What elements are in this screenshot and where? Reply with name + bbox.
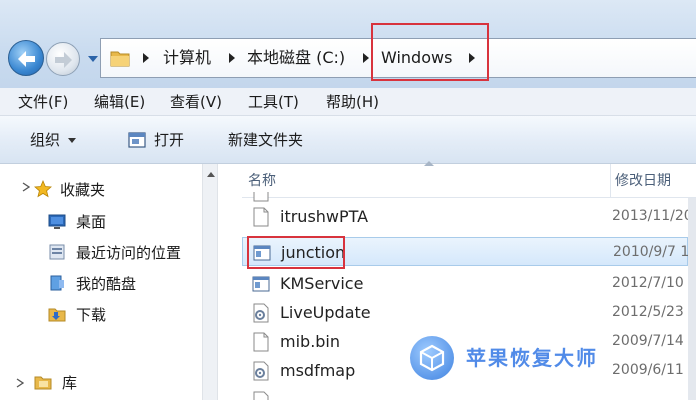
chevron-down-icon xyxy=(68,138,77,143)
file-date: 2013/11/20 xyxy=(612,208,693,224)
star-icon xyxy=(34,180,52,198)
app-icon xyxy=(252,276,270,292)
history-dropdown-icon[interactable] xyxy=(88,56,98,62)
recent-places-icon xyxy=(49,244,65,260)
address-bar-row: 计算机 本地磁盘 (C:) Windows xyxy=(0,0,696,88)
command-toolbar: 组织 打开 新建文件夹 xyxy=(0,116,696,164)
table-row-selected[interactable]: junction 2010/9/7 1 xyxy=(242,236,690,269)
organize-button[interactable]: 组织 xyxy=(30,116,77,164)
file-date: 2009/6/11 xyxy=(612,362,684,378)
cool-disk-icon xyxy=(50,275,64,291)
watermark-logo-icon xyxy=(410,336,454,380)
table-row-partial[interactable] xyxy=(242,192,688,202)
breadcrumb-computer[interactable]: 计算机 xyxy=(163,39,211,77)
nav-item-libraries[interactable]: 库 xyxy=(62,369,77,397)
nav-pane-scrollbar[interactable] xyxy=(202,164,218,400)
generic-file-icon xyxy=(253,192,269,202)
organize-label: 组织 xyxy=(30,131,61,149)
menu-bar: 文件(F) 编辑(E) 查看(V) 工具(T) 帮助(H) xyxy=(0,88,696,116)
file-name: mib.bin xyxy=(280,332,341,351)
gear-file-icon xyxy=(253,303,269,323)
file-date: 2012/7/10 xyxy=(612,275,684,291)
table-row[interactable]: itrushwPTA 2013/11/20 xyxy=(242,202,693,231)
menu-file[interactable]: 文件(F) xyxy=(18,88,68,116)
new-folder-button[interactable]: 新建文件夹 xyxy=(228,116,303,164)
gear-file-icon xyxy=(253,361,269,381)
breadcrumb-separator-icon[interactable] xyxy=(229,53,235,63)
table-row-partial[interactable] xyxy=(242,386,688,400)
generic-file-icon xyxy=(253,332,269,352)
watermark: 苹果恢复大师 xyxy=(410,336,610,382)
open-app-icon xyxy=(128,132,146,148)
nav-item-cool-disk[interactable]: 我的酷盘 xyxy=(76,270,136,298)
file-date: 2012/5/23 xyxy=(612,304,684,320)
menu-edit[interactable]: 编辑(E) xyxy=(94,88,145,116)
sort-indicator-icon xyxy=(424,161,434,166)
expand-arrow-icon[interactable] xyxy=(16,378,24,388)
file-name: itrushwPTA xyxy=(280,207,369,226)
desktop-icon xyxy=(48,214,66,229)
file-date: 2009/7/14 xyxy=(612,333,684,349)
file-name: msdfmap xyxy=(280,361,356,380)
library-icon xyxy=(34,376,52,390)
breadcrumb-local-disk[interactable]: 本地磁盘 (C:) xyxy=(247,39,345,77)
breadcrumb-separator-icon[interactable] xyxy=(143,53,149,63)
forward-button[interactable] xyxy=(46,42,80,76)
back-arrow-icon xyxy=(18,51,35,67)
open-button[interactable]: 打开 xyxy=(154,116,184,164)
generic-file-icon xyxy=(253,207,269,227)
watermark-text: 苹果恢复大师 xyxy=(466,346,598,370)
back-button[interactable] xyxy=(8,40,44,76)
highlight-box-windows xyxy=(371,23,489,81)
menu-tools[interactable]: 工具(T) xyxy=(248,88,299,116)
navigation-pane: 收藏夹 桌面 最近访问的位置 我的酷盘 下载 库 xyxy=(0,164,202,400)
pane-splitter[interactable] xyxy=(218,164,242,400)
address-box[interactable]: 计算机 本地磁盘 (C:) Windows xyxy=(100,23,696,81)
menu-help[interactable]: 帮助(H) xyxy=(326,88,379,116)
nav-item-downloads[interactable]: 下载 xyxy=(76,301,106,329)
scroll-up-icon[interactable] xyxy=(207,172,215,177)
breadcrumb-separator-icon[interactable] xyxy=(363,53,369,63)
generic-file-icon xyxy=(253,391,269,400)
nav-item-desktop[interactable]: 桌面 xyxy=(76,208,106,236)
downloads-folder-icon xyxy=(48,308,66,322)
folder-icon xyxy=(110,51,130,67)
nav-item-recent[interactable]: 最近访问的位置 xyxy=(76,239,181,267)
file-list-scrollbar[interactable] xyxy=(688,198,696,400)
menu-view[interactable]: 查看(V) xyxy=(170,88,222,116)
expand-arrow-icon[interactable] xyxy=(22,182,30,192)
file-name: LiveUpdate xyxy=(280,303,371,322)
file-name: KMService xyxy=(280,274,364,293)
forward-arrow-icon xyxy=(55,52,72,68)
nav-item-favorites[interactable]: 收藏夹 xyxy=(60,176,105,204)
table-row[interactable]: LiveUpdate 2012/5/23 xyxy=(242,298,688,327)
table-row[interactable]: KMService 2012/7/10 xyxy=(242,269,688,298)
highlight-box-junction xyxy=(247,236,345,269)
file-date: 2010/9/7 1 xyxy=(613,244,690,260)
